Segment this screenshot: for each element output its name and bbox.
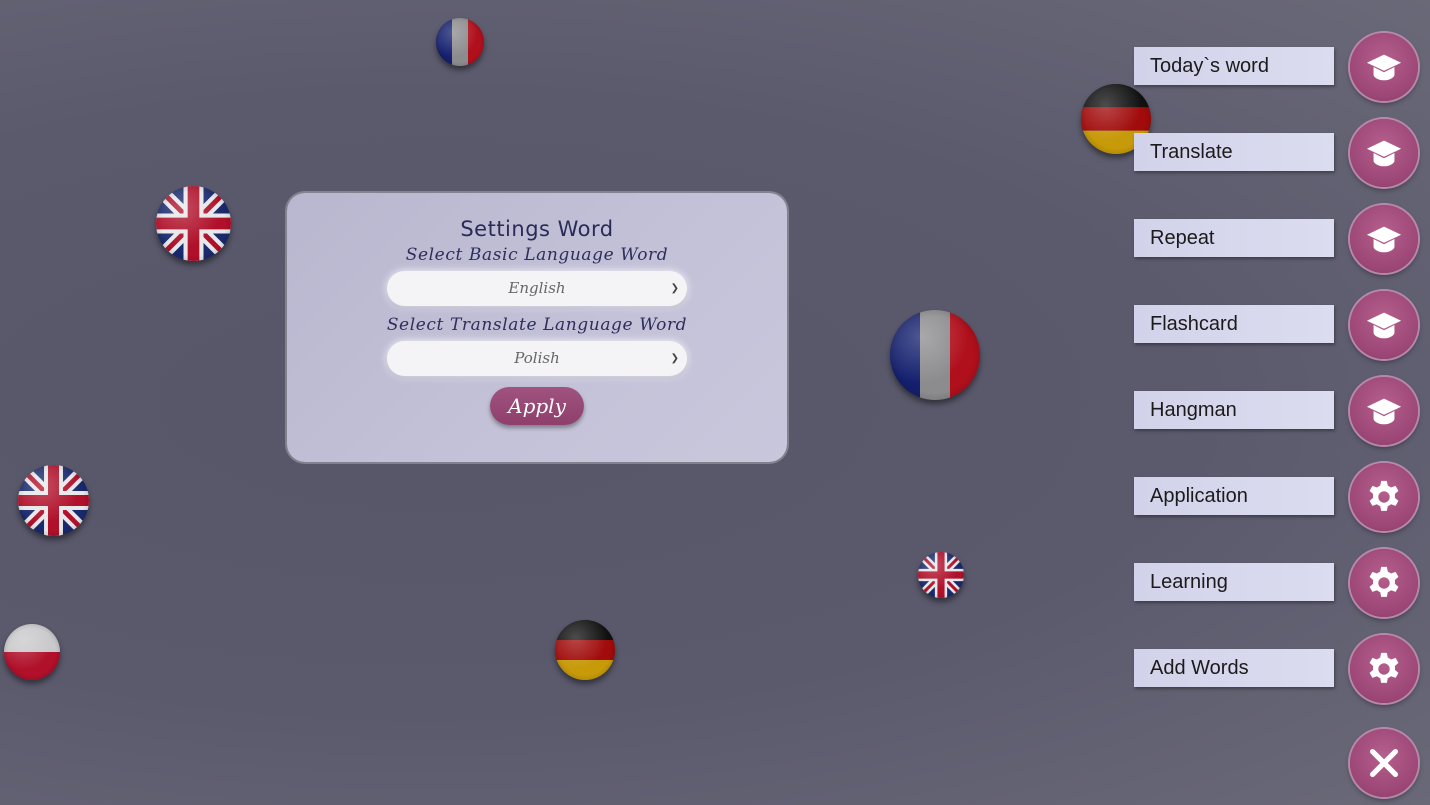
todays-word-button[interactable] (1350, 33, 1418, 101)
panel-title: Settings Word (460, 217, 614, 241)
graduation-cap-icon (1365, 306, 1403, 344)
menu-label[interactable]: Add Words (1134, 649, 1334, 687)
graduation-cap-icon (1365, 48, 1403, 86)
menu-label[interactable]: Repeat (1134, 219, 1334, 257)
hangman-button[interactable] (1350, 377, 1418, 445)
menu-item-application[interactable]: Application (1134, 463, 1424, 535)
graduation-cap-icon (1365, 134, 1403, 172)
gear-icon (1365, 564, 1403, 602)
application-settings-button[interactable] (1350, 463, 1418, 531)
menu-item-repeat[interactable]: Repeat (1134, 205, 1424, 277)
uk-flag-icon (18, 465, 89, 536)
germany-flag-icon (555, 620, 615, 680)
translate-language-label: Select Translate Language Word (386, 315, 688, 335)
close-button[interactable] (1350, 729, 1418, 797)
france-flag-icon (890, 310, 980, 400)
menu-label[interactable]: Hangman (1134, 391, 1334, 429)
gear-icon (1365, 650, 1403, 688)
uk-flag-icon (918, 552, 964, 598)
apply-button[interactable]: Apply (490, 387, 584, 425)
uk-flag-icon (156, 186, 231, 261)
add-words-settings-button[interactable] (1350, 635, 1418, 703)
learning-settings-button[interactable] (1350, 549, 1418, 617)
repeat-button[interactable] (1350, 205, 1418, 273)
menu-label[interactable]: Today`s word (1134, 47, 1334, 85)
close-icon (1365, 744, 1403, 782)
flashcard-button[interactable] (1350, 291, 1418, 359)
menu-item-learning[interactable]: Learning (1134, 549, 1424, 621)
menu-item-todays-word[interactable]: Today`s word (1134, 33, 1424, 105)
chevron-down-icon: ❯ (670, 283, 679, 294)
france-flag-icon (436, 18, 484, 66)
graduation-cap-icon (1365, 220, 1403, 258)
menu-label[interactable]: Application (1134, 477, 1334, 515)
menu-label[interactable]: Translate (1134, 133, 1334, 171)
menu-item-hangman[interactable]: Hangman (1134, 377, 1424, 449)
gear-icon (1365, 478, 1403, 516)
settings-panel: Settings Word Select Basic Language Word… (287, 193, 787, 462)
basic-language-select[interactable]: English ❯ (387, 271, 687, 306)
menu-item-flashcard[interactable]: Flashcard (1134, 291, 1424, 363)
translate-language-value: Polish (514, 349, 560, 367)
chevron-down-icon: ❯ (670, 353, 679, 364)
poland-flag-icon (4, 624, 60, 680)
menu-label[interactable]: Flashcard (1134, 305, 1334, 343)
basic-language-label: Select Basic Language Word (405, 245, 669, 265)
graduation-cap-icon (1365, 392, 1403, 430)
basic-language-value: English (508, 279, 566, 297)
translate-button[interactable] (1350, 119, 1418, 187)
menu-label[interactable]: Learning (1134, 563, 1334, 601)
menu-item-close[interactable] (1134, 729, 1424, 801)
menu-item-translate[interactable]: Translate (1134, 119, 1424, 191)
translate-language-select[interactable]: Polish ❯ (387, 341, 687, 376)
menu-item-add-words[interactable]: Add Words (1134, 635, 1424, 707)
